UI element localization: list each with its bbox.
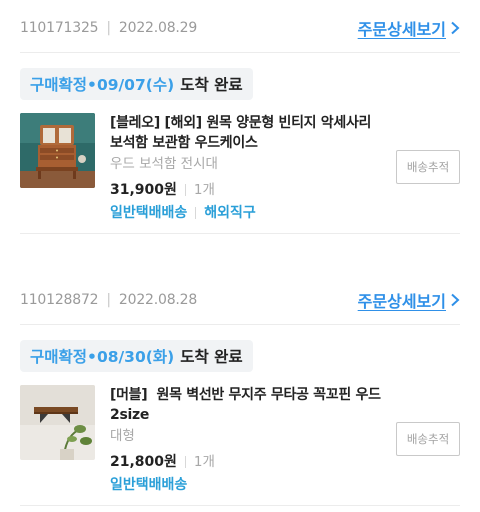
order-detail-link[interactable]: 주문상세보기 bbox=[358, 288, 460, 312]
order-divider bbox=[20, 505, 460, 506]
wooden-jewelry-box-image bbox=[20, 113, 95, 188]
meta-separator: | bbox=[106, 292, 111, 308]
price-row: 31,900원 1개 bbox=[110, 180, 385, 200]
status-text: 도착 완료 bbox=[180, 348, 243, 366]
product-info: [머블] 원목 벽선반 무지주 무타공 꼭꼬핀 우드 2size 대형 21,8… bbox=[110, 385, 385, 495]
header-divider bbox=[20, 324, 460, 325]
order-header: 110128872 | 2022.08.28 주문상세보기 bbox=[20, 288, 460, 312]
price-separator bbox=[184, 456, 186, 468]
order-detail-label: 주문상세보기 bbox=[357, 20, 446, 39]
header-divider bbox=[20, 52, 460, 53]
shipping-row: 일반택배배송 해외직구 bbox=[110, 203, 385, 223]
status-date: •08/30(화) bbox=[87, 348, 175, 366]
order-divider bbox=[20, 233, 460, 234]
chevron-right-icon bbox=[451, 293, 460, 307]
status-label: 구매확정 bbox=[30, 348, 88, 366]
product-quantity: 1개 bbox=[193, 454, 215, 470]
order-date: 2022.08.29 bbox=[118, 20, 198, 36]
meta-separator: | bbox=[106, 20, 111, 36]
product-title[interactable]: [머블] 원목 벽선반 무지주 무타공 꼭꼬핀 우드 2size bbox=[110, 385, 385, 425]
order-meta: 110171325 | 2022.08.29 bbox=[20, 20, 197, 36]
status-badge: 구매확정 •09/07(수) 도착 완료 bbox=[20, 68, 253, 100]
status-text: 도착 완료 bbox=[180, 76, 243, 94]
order-card: 110128872 | 2022.08.28 주문상세보기 구매확정 •08/30(화… bbox=[0, 272, 480, 512]
shipping-separator bbox=[195, 207, 197, 219]
order-header: 110171325 | 2022.08.29 주문상세보기 bbox=[20, 16, 460, 40]
order-meta: 110128872 | 2022.08.28 bbox=[20, 292, 197, 308]
product-option: 우드 보석함 전시대 bbox=[110, 156, 218, 172]
product-price: 21,800원 bbox=[110, 454, 177, 470]
product-title[interactable]: [블레오] [해외] 원목 양문형 빈티지 악세사리 보석함 보관함 우드케이스 bbox=[110, 113, 385, 153]
shipping-origin: 해외직구 bbox=[204, 205, 256, 221]
order-detail-link[interactable]: 주문상세보기 bbox=[358, 16, 460, 40]
price-separator bbox=[184, 184, 186, 196]
shipping-type: 일반택배배송 bbox=[110, 477, 188, 493]
order-number: 110171325 bbox=[20, 20, 99, 36]
status-date: •09/07(수) bbox=[87, 76, 175, 94]
product-quantity: 1개 bbox=[193, 182, 215, 198]
track-delivery-button[interactable]: 배송추적 bbox=[396, 150, 460, 184]
track-delivery-button[interactable]: 배송추적 bbox=[396, 422, 460, 456]
wooden-wall-shelf-image bbox=[20, 385, 95, 460]
product-image[interactable] bbox=[20, 385, 95, 460]
order-number: 110128872 bbox=[20, 292, 99, 308]
price-row: 21,800원 1개 bbox=[110, 452, 385, 472]
order-detail-label: 주문상세보기 bbox=[357, 292, 446, 311]
status-label: 구매확정 bbox=[30, 76, 88, 94]
product-image[interactable] bbox=[20, 113, 95, 188]
chevron-right-icon bbox=[451, 21, 460, 35]
order-card: 110171325 | 2022.08.29 주문상세보기 구매확정 •09/07(수… bbox=[0, 0, 480, 240]
product-price: 31,900원 bbox=[110, 182, 177, 198]
product-info: [블레오] [해외] 원목 양문형 빈티지 악세사리 보석함 보관함 우드케이스… bbox=[110, 113, 385, 223]
shipping-type: 일반택배배송 bbox=[110, 205, 188, 221]
product-option: 대형 bbox=[110, 428, 135, 444]
order-date: 2022.08.28 bbox=[118, 292, 198, 308]
shipping-row: 일반택배배송 bbox=[110, 475, 385, 495]
status-badge: 구매확정 •08/30(화) 도착 완료 bbox=[20, 340, 253, 372]
